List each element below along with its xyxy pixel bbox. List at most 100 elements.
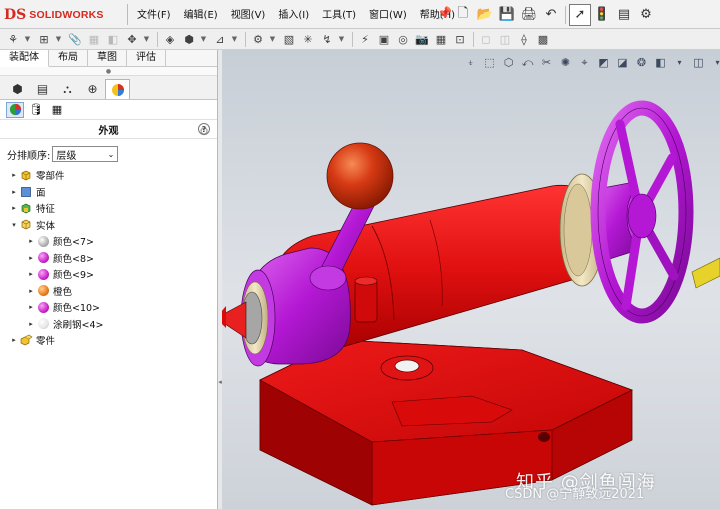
chevron-down-icon[interactable]: ▾ (671, 54, 688, 71)
expand-icon[interactable]: ▸ (9, 336, 19, 344)
instant3d-icon[interactable]: ⟠ (515, 31, 533, 47)
menu-tools[interactable]: 工具(T) (322, 6, 356, 21)
expand-icon[interactable]: ▸ (26, 270, 36, 278)
options-gear-icon[interactable]: ⚙ (635, 4, 657, 26)
menu-view[interactable]: 视图(V) (231, 6, 266, 21)
zoom-to-area-icon[interactable]: ⬡ (500, 54, 517, 71)
edit-appearance-icon[interactable]: ❂ (633, 54, 650, 71)
linear-pattern-icon[interactable]: ▦ (85, 31, 103, 47)
open-icon[interactable]: 📂 (474, 4, 496, 26)
print-icon[interactable]: 🖨 (518, 4, 540, 26)
tree-item-solid-bodies[interactable]: ▾ 实体 (0, 217, 217, 234)
expand-icon[interactable]: ▸ (26, 303, 36, 311)
panel-collapse-handle[interactable]: ● (0, 67, 217, 76)
insert-component-icon[interactable]: ⊞ (35, 31, 53, 47)
tree-item-orange[interactable]: ▸ 橙色 (0, 283, 217, 300)
apply-scene-icon[interactable]: ◧ (652, 54, 669, 71)
view-orientation-icon[interactable]: ⍖ (462, 54, 479, 71)
graphics-viewport[interactable] (222, 50, 720, 509)
configurationmanager-icon[interactable]: ⛬ (55, 79, 80, 99)
appearances-icon[interactable] (6, 101, 24, 118)
large-assembly-icon[interactable]: ◻ (477, 31, 495, 47)
mirror-icon[interactable]: ◧ (104, 31, 122, 47)
interference-detection-icon[interactable]: ⚡ (356, 31, 374, 47)
display-style-icon[interactable]: ◩ (595, 54, 612, 71)
hide-show-items-icon[interactable]: ◪ (614, 54, 631, 71)
save-icon[interactable]: 💾 (496, 4, 518, 26)
tab-sketch[interactable]: 草图 (88, 50, 127, 67)
assembly-features-icon[interactable]: ⬢ (180, 31, 198, 47)
dynamic-annotation-icon[interactable]: ✺ (557, 54, 574, 71)
menu-window[interactable]: 窗口(W) (369, 6, 407, 21)
tab-evaluate[interactable]: 评估 (127, 50, 166, 67)
clearance-verification-icon[interactable]: ▣ (375, 31, 393, 47)
expand-icon[interactable]: ▸ (9, 188, 19, 196)
chevron-down-icon[interactable]: ▼ (268, 31, 277, 47)
exploded-view-icon[interactable]: ✳ (299, 31, 317, 47)
expand-icon[interactable]: ▸ (26, 237, 36, 245)
help-icon[interactable]: ? (198, 123, 210, 135)
tree-item-color-7[interactable]: ▸ 颜色<7> (0, 233, 217, 250)
tab-assembly[interactable]: 装配体 (0, 50, 49, 67)
display-pane-icon[interactable]: ◫ (690, 54, 707, 71)
tree-item-color-10[interactable]: ▸ 颜色<10> (0, 299, 217, 316)
solidworks-logo[interactable]: DS SOLIDWORKS (4, 5, 122, 25)
expand-icon[interactable]: ▸ (9, 171, 19, 179)
tree-item-components[interactable]: ▸ 零部件 (0, 167, 217, 184)
previous-view-icon[interactable]: ⤺ (519, 54, 536, 71)
bill-of-materials-icon[interactable]: ▧ (280, 31, 298, 47)
envelope-icon[interactable]: ◫ (496, 31, 514, 47)
tailstock-model[interactable] (222, 50, 720, 509)
expand-icon[interactable]: ▸ (9, 204, 19, 212)
tab-layout[interactable]: 布局 (49, 50, 88, 67)
collapse-icon[interactable]: ▾ (9, 221, 19, 229)
tree-item-parts[interactable]: ▸ 零件 (0, 332, 217, 349)
tree-item-faces[interactable]: ▸ 面 (0, 184, 217, 201)
menu-file[interactable]: 文件(F) (137, 6, 171, 21)
chevron-down-icon[interactable]: ▼ (23, 31, 32, 47)
chevron-down-icon[interactable]: ▼ (199, 31, 208, 47)
chevron-down-icon[interactable]: ▼ (54, 31, 63, 47)
expand-icon[interactable]: ▸ (26, 287, 36, 295)
chevron-down-icon[interactable]: ▾ (709, 54, 720, 71)
view-settings-icon[interactable]: ⌖ (576, 54, 593, 71)
mass-properties-icon[interactable]: ▦ (432, 31, 450, 47)
pin-menu-icon[interactable]: 📌 (437, 6, 452, 20)
explode-line-sketch-icon[interactable]: ↯ (318, 31, 336, 47)
hole-alignment-icon[interactable]: ◎ (394, 31, 412, 47)
propertymanager-icon[interactable]: ▤ (30, 79, 55, 99)
chevron-down-icon[interactable]: ▼ (337, 31, 346, 47)
tree-item-painted-steel[interactable]: ▸ 涂刷钢<4> (0, 316, 217, 333)
smart-mates-icon[interactable]: ⚘ (4, 31, 22, 47)
chevron-down-icon[interactable]: ▼ (230, 31, 239, 47)
expand-icon[interactable]: ▸ (26, 320, 36, 328)
select-pointer-icon[interactable]: ➚ (569, 3, 591, 26)
tree-item-color-9[interactable]: ▸ 颜色<9> (0, 266, 217, 283)
chevron-down-icon[interactable]: ▼ (142, 31, 151, 47)
file-properties-icon[interactable]: ▤ (613, 4, 635, 26)
tree-item-color-8[interactable]: ▸ 颜色<8> (0, 250, 217, 267)
featuremanager-icon[interactable]: ⬢ (5, 79, 30, 99)
new-document-icon[interactable]: 🗋 (452, 4, 474, 26)
undo-icon[interactable]: ↶ (540, 4, 562, 26)
move-component-icon[interactable]: ✥ (123, 31, 141, 47)
zoom-to-fit-icon[interactable]: ⬚ (481, 54, 498, 71)
speedpak-icon[interactable]: ▩ (534, 31, 552, 47)
scenes-icon[interactable]: ▦ (48, 102, 66, 118)
displaymanager-icon[interactable] (105, 79, 130, 99)
new-motion-study-icon[interactable]: ⚙ (249, 31, 267, 47)
rebuild-icon[interactable]: 🚦 (591, 4, 613, 26)
section-view-icon[interactable]: ✂ (538, 54, 555, 71)
menu-edit[interactable]: 编辑(E) (184, 6, 218, 21)
expand-icon[interactable]: ▸ (26, 254, 36, 262)
mate-icon[interactable]: 📎 (66, 31, 84, 47)
measure-icon[interactable]: 📷 (413, 31, 431, 47)
reference-geometry-icon[interactable]: ⊿ (211, 31, 229, 47)
decals-icon[interactable]: 🛢 (27, 102, 45, 118)
tree-item-features[interactable]: ▸ 特征 (0, 200, 217, 217)
menu-insert[interactable]: 插入(I) (278, 6, 309, 21)
section-properties-icon[interactable]: ⊡ (451, 31, 469, 47)
sort-order-select[interactable]: 层级 ⌄ (52, 146, 119, 162)
show-hidden-icon[interactable]: ◈ (161, 31, 179, 47)
dimxpert-icon[interactable]: ⊕ (80, 79, 105, 99)
